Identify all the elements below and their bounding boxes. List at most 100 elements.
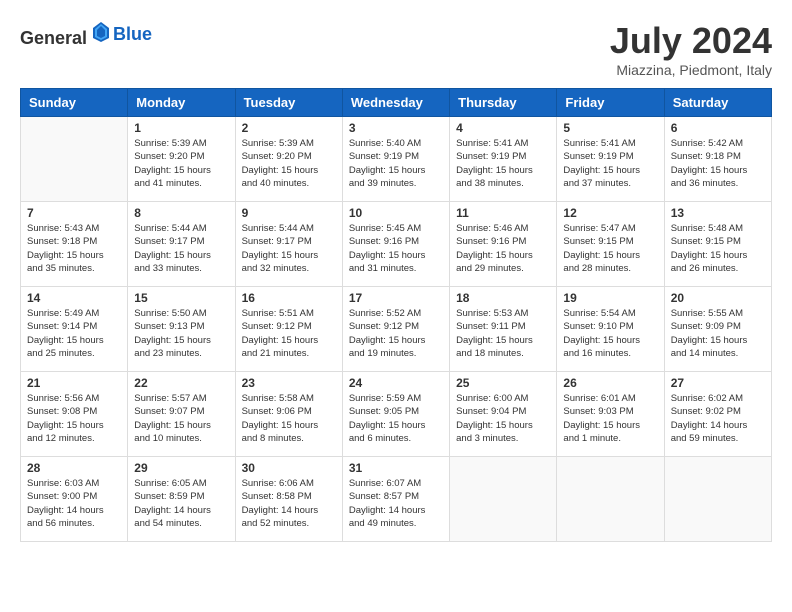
day-info: Sunrise: 6:05 AM Sunset: 8:59 PM Dayligh… [134,477,228,530]
day-info: Sunrise: 5:54 AM Sunset: 9:10 PM Dayligh… [563,307,657,360]
day-info: Sunrise: 6:02 AM Sunset: 9:02 PM Dayligh… [671,392,765,445]
calendar-table: Sunday Monday Tuesday Wednesday Thursday… [20,88,772,542]
day-number: 24 [349,376,443,390]
day-info: Sunrise: 5:44 AM Sunset: 9:17 PM Dayligh… [134,222,228,275]
day-info: Sunrise: 5:43 AM Sunset: 9:18 PM Dayligh… [27,222,121,275]
calendar-cell: 5 Sunrise: 5:41 AM Sunset: 9:19 PM Daylig… [557,117,664,202]
day-info: Sunrise: 5:42 AM Sunset: 9:18 PM Dayligh… [671,137,765,190]
col-wednesday: Wednesday [342,89,449,117]
day-number: 26 [563,376,657,390]
day-number: 31 [349,461,443,475]
day-number: 19 [563,291,657,305]
calendar-cell: 2 Sunrise: 5:39 AM Sunset: 9:20 PM Daylig… [235,117,342,202]
day-info: Sunrise: 5:55 AM Sunset: 9:09 PM Dayligh… [671,307,765,360]
day-info: Sunrise: 5:52 AM Sunset: 9:12 PM Dayligh… [349,307,443,360]
page-header: General Blue July 2024 Miazzina, Piedmon… [20,20,772,78]
calendar-cell: 14Sunrise: 5:49 AM Sunset: 9:14 PM Dayli… [21,287,128,372]
calendar-week-5: 28Sunrise: 6:03 AM Sunset: 9:00 PM Dayli… [21,457,772,542]
day-info: Sunrise: 6:06 AM Sunset: 8:58 PM Dayligh… [242,477,336,530]
day-number: 27 [671,376,765,390]
day-number: 11 [456,206,550,220]
day-info: Sunrise: 5:57 AM Sunset: 9:07 PM Dayligh… [134,392,228,445]
day-info: Sunrise: 5:41 AM Sunset: 9:19 PM Dayligh… [456,137,550,190]
calendar-cell [664,457,771,542]
calendar-cell: 26 Sunrise: 6:01 AM Sunset: 9:03 PM Dayli… [557,372,664,457]
day-info: Sunrise: 5:44 AM Sunset: 9:17 PM Dayligh… [242,222,336,275]
calendar-cell: 18 Sunrise: 5:53 AM Sunset: 9:11 PM Dayli… [450,287,557,372]
calendar-cell: 27 Sunrise: 6:02 AM Sunset: 9:02 PM Dayli… [664,372,771,457]
day-info: Sunrise: 5:50 AM Sunset: 9:13 PM Dayligh… [134,307,228,360]
day-number: 20 [671,291,765,305]
col-friday: Friday [557,89,664,117]
day-number: 12 [563,206,657,220]
calendar-cell [21,117,128,202]
calendar-header-row: Sunday Monday Tuesday Wednesday Thursday… [21,89,772,117]
day-number: 2 [242,121,336,135]
day-info: Sunrise: 5:40 AM Sunset: 9:19 PM Dayligh… [349,137,443,190]
calendar-cell: 19 Sunrise: 5:54 AM Sunset: 9:10 PM Dayli… [557,287,664,372]
col-tuesday: Tuesday [235,89,342,117]
calendar-week-4: 21 Sunrise: 5:56 AM Sunset: 9:08 PM Dayli… [21,372,772,457]
calendar-cell: 3 Sunrise: 5:40 AM Sunset: 9:19 PM Daylig… [342,117,449,202]
day-number: 3 [349,121,443,135]
calendar-cell: 20 Sunrise: 5:55 AM Sunset: 9:09 PM Dayli… [664,287,771,372]
day-number: 1 [134,121,228,135]
day-info: Sunrise: 5:53 AM Sunset: 9:11 PM Dayligh… [456,307,550,360]
logo: General Blue [20,20,152,49]
day-number: 13 [671,206,765,220]
day-info: Sunrise: 6:07 AM Sunset: 8:57 PM Dayligh… [349,477,443,530]
day-info: Sunrise: 6:01 AM Sunset: 9:03 PM Dayligh… [563,392,657,445]
calendar-cell: 30 Sunrise: 6:06 AM Sunset: 8:58 PM Dayli… [235,457,342,542]
day-number: 28 [27,461,121,475]
day-number: 30 [242,461,336,475]
day-number: 23 [242,376,336,390]
day-number: 21 [27,376,121,390]
logo-icon [89,20,113,44]
calendar-cell: 9 Sunrise: 5:44 AM Sunset: 9:17 PM Daylig… [235,202,342,287]
day-number: 16 [242,291,336,305]
calendar-cell: 8Sunrise: 5:44 AM Sunset: 9:17 PM Daylig… [128,202,235,287]
calendar-cell: 25Sunrise: 6:00 AM Sunset: 9:04 PM Dayli… [450,372,557,457]
calendar-cell: 22Sunrise: 5:57 AM Sunset: 9:07 PM Dayli… [128,372,235,457]
logo-general: General [20,28,87,48]
calendar-cell: 23 Sunrise: 5:58 AM Sunset: 9:06 PM Dayli… [235,372,342,457]
day-number: 18 [456,291,550,305]
day-number: 10 [349,206,443,220]
calendar-cell: 29 Sunrise: 6:05 AM Sunset: 8:59 PM Dayli… [128,457,235,542]
title-section: July 2024 Miazzina, Piedmont, Italy [610,20,772,78]
day-info: Sunrise: 5:46 AM Sunset: 9:16 PM Dayligh… [456,222,550,275]
day-info: Sunrise: 5:45 AM Sunset: 9:16 PM Dayligh… [349,222,443,275]
day-info: Sunrise: 5:58 AM Sunset: 9:06 PM Dayligh… [242,392,336,445]
day-info: Sunrise: 5:59 AM Sunset: 9:05 PM Dayligh… [349,392,443,445]
calendar-cell [557,457,664,542]
day-number: 7 [27,206,121,220]
calendar-cell: 28Sunrise: 6:03 AM Sunset: 9:00 PM Dayli… [21,457,128,542]
calendar-cell: 11 Sunrise: 5:46 AM Sunset: 9:16 PM Dayli… [450,202,557,287]
calendar-cell: 7 Sunrise: 5:43 AM Sunset: 9:18 PM Daylig… [21,202,128,287]
calendar-cell: 31 Sunrise: 6:07 AM Sunset: 8:57 PM Dayli… [342,457,449,542]
day-info: Sunrise: 5:48 AM Sunset: 9:15 PM Dayligh… [671,222,765,275]
col-thursday: Thursday [450,89,557,117]
col-monday: Monday [128,89,235,117]
day-number: 4 [456,121,550,135]
day-number: 15 [134,291,228,305]
day-number: 5 [563,121,657,135]
calendar-cell: 1 Sunrise: 5:39 AM Sunset: 9:20 PM Daylig… [128,117,235,202]
calendar-cell: 15 Sunrise: 5:50 AM Sunset: 9:13 PM Dayli… [128,287,235,372]
calendar-cell: 21 Sunrise: 5:56 AM Sunset: 9:08 PM Dayli… [21,372,128,457]
month-year-title: July 2024 [610,20,772,62]
col-saturday: Saturday [664,89,771,117]
calendar-cell: 4 Sunrise: 5:41 AM Sunset: 9:19 PM Daylig… [450,117,557,202]
day-info: Sunrise: 5:56 AM Sunset: 9:08 PM Dayligh… [27,392,121,445]
day-number: 9 [242,206,336,220]
day-number: 29 [134,461,228,475]
calendar-cell: 16Sunrise: 5:51 AM Sunset: 9:12 PM Dayli… [235,287,342,372]
calendar-cell: 17 Sunrise: 5:52 AM Sunset: 9:12 PM Dayli… [342,287,449,372]
col-sunday: Sunday [21,89,128,117]
calendar-week-3: 14Sunrise: 5:49 AM Sunset: 9:14 PM Dayli… [21,287,772,372]
day-number: 17 [349,291,443,305]
day-info: Sunrise: 5:39 AM Sunset: 9:20 PM Dayligh… [134,137,228,190]
calendar-cell: 13 Sunrise: 5:48 AM Sunset: 9:15 PM Dayli… [664,202,771,287]
day-info: Sunrise: 5:41 AM Sunset: 9:19 PM Dayligh… [563,137,657,190]
day-info: Sunrise: 5:39 AM Sunset: 9:20 PM Dayligh… [242,137,336,190]
